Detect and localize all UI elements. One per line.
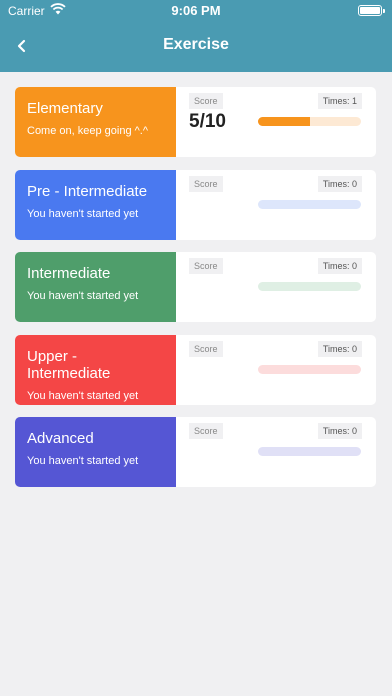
level-card[interactable]: Intermediate You haven't started yet Sco…	[15, 252, 376, 322]
level-header: Advanced You haven't started yet	[15, 417, 176, 487]
level-name: Upper - Intermediate	[27, 348, 111, 382]
times-label: Times: 0	[317, 341, 362, 357]
level-header: Intermediate You haven't started yet	[15, 252, 176, 322]
level-status: You haven't started yet	[27, 290, 139, 302]
level-name: Elementary	[27, 100, 103, 117]
score-label: Score	[189, 341, 223, 357]
level-stats: Score Times: 0	[176, 335, 376, 405]
progress-bar	[258, 200, 361, 209]
progress-bar	[258, 365, 361, 374]
status-bar: Carrier 9:06 PM	[0, 0, 392, 22]
header-bar: Carrier 9:06 PM Exercise	[0, 0, 392, 72]
level-name: Pre - Intermediate	[27, 183, 148, 200]
times-label: Times: 0	[317, 176, 362, 192]
progress-fill	[258, 117, 310, 126]
level-header: Elementary Come on, keep going ^.^	[15, 87, 176, 157]
level-status: You haven't started yet	[27, 390, 139, 402]
score-label: Score	[189, 93, 223, 109]
times-label: Times: 1	[317, 93, 362, 109]
level-stats: Score Times: 0	[176, 252, 376, 322]
score-value: 5/10	[189, 111, 226, 132]
level-header: Upper - Intermediate You haven't started…	[15, 335, 176, 405]
score-label: Score	[189, 176, 223, 192]
progress-bar	[258, 447, 361, 456]
level-status: You haven't started yet	[27, 208, 139, 220]
score-label: Score	[189, 258, 223, 274]
times-label: Times: 0	[317, 423, 362, 439]
score-label: Score	[189, 423, 223, 439]
times-label: Times: 0	[317, 258, 362, 274]
battery-icon	[358, 5, 385, 16]
level-status: Come on, keep going ^.^	[27, 125, 149, 137]
level-card[interactable]: Pre - Intermediate You haven't started y…	[15, 170, 376, 240]
level-card[interactable]: Upper - Intermediate You haven't started…	[15, 335, 376, 405]
level-stats: Score Times: 1 5/10	[176, 87, 376, 157]
level-card[interactable]: Advanced You haven't started yet Score T…	[15, 417, 376, 487]
page-title: Exercise	[163, 36, 229, 53]
progress-bar	[258, 117, 361, 126]
level-card[interactable]: Elementary Come on, keep going ^.^ Score…	[15, 87, 376, 157]
level-stats: Score Times: 0	[176, 170, 376, 240]
level-name: Advanced	[27, 430, 94, 447]
level-stats: Score Times: 0	[176, 417, 376, 487]
level-header: Pre - Intermediate You haven't started y…	[15, 170, 176, 240]
level-name: Intermediate	[27, 265, 111, 282]
progress-bar	[258, 282, 361, 291]
clock-label: 9:06 PM	[171, 3, 221, 18]
level-status: You haven't started yet	[27, 455, 139, 467]
